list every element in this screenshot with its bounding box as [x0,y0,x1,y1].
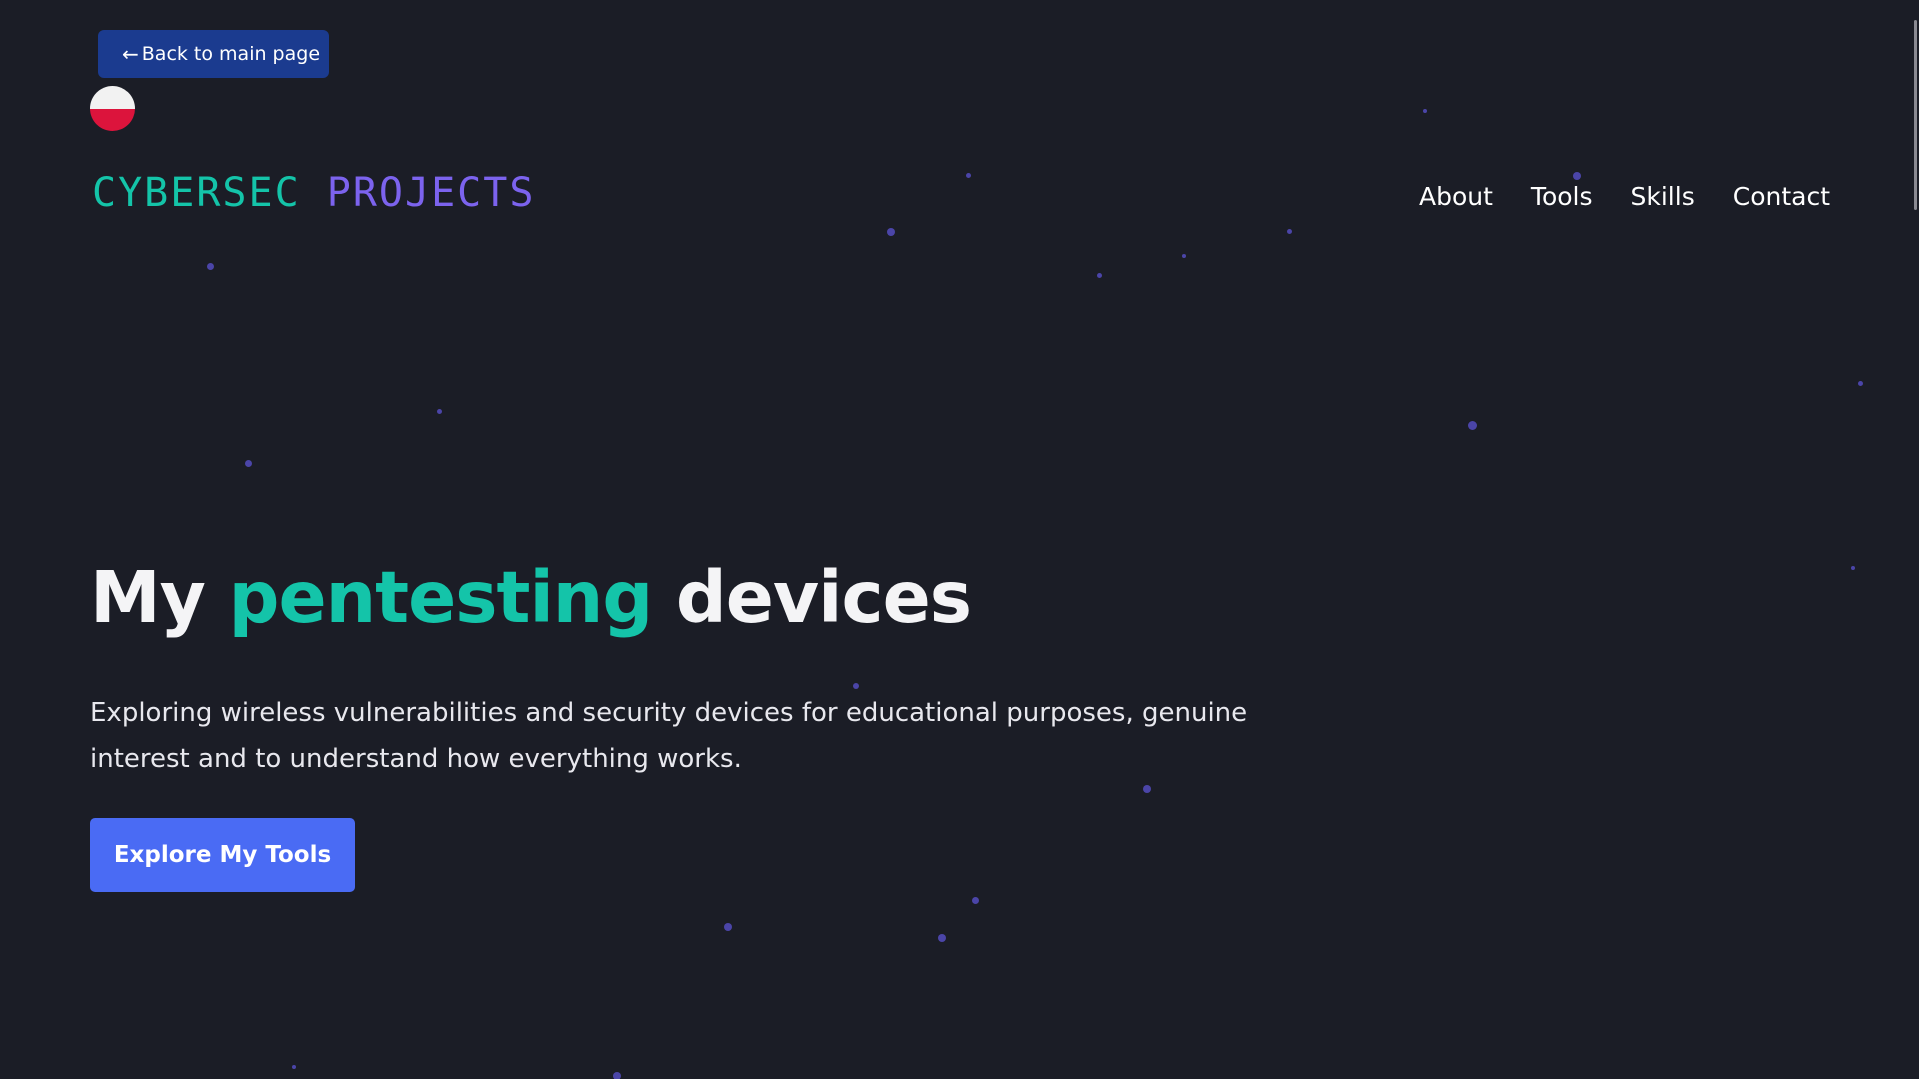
particle-dot [1468,421,1477,430]
particle-dot [938,934,946,942]
nav-item-contact[interactable]: Contact [1733,182,1830,211]
particle-dot [1858,381,1863,386]
nav-item-about[interactable]: About [1419,182,1493,211]
particle-dot [1851,566,1855,570]
particle-dot [1097,273,1102,278]
particle-dot [1423,109,1427,113]
hero-title-highlight: pentesting [228,556,654,639]
hero-subtitle-line1: Exploring wireless vulnerabilities and s… [90,698,1248,728]
particle-dot [1182,254,1186,258]
back-to-main-button[interactable]: ← Back to main page [98,30,329,78]
flag-red-stripe [90,108,135,131]
back-button-label: Back to main page [141,43,321,65]
arrow-left-icon: ← [122,42,139,66]
site-logo[interactable]: CYBERSEC PROJECTS [92,170,535,216]
poland-flag-icon[interactable] [90,86,135,131]
nav-item-skills[interactable]: Skills [1631,182,1695,211]
logo-part-cybersec: CYBERSEC [92,170,301,216]
particle-dot [613,1072,621,1079]
particle-dot [972,897,979,904]
particle-dot [1143,785,1151,793]
hero-title-part1: My [90,556,206,639]
scrollbar[interactable] [1913,0,1919,1079]
particle-dot [1573,172,1581,180]
particle-dot [887,228,895,236]
particle-dot [292,1065,296,1069]
hero-title: My pentesting devices [90,556,972,639]
hero-subtitle-line2: interest and to understand how everythin… [90,744,742,774]
hero-title-part2: devices [675,556,972,639]
scrollbar-thumb[interactable] [1914,20,1917,210]
logo-part-projects: PROJECTS [326,170,536,216]
page: ← Back to main page CYBERSEC PROJECTS Ab… [0,0,1919,1079]
particle-dot [724,923,732,931]
flag-white-stripe [90,86,135,109]
main-nav: About Tools Skills Contact [1419,182,1830,211]
hero-subtitle: Exploring wireless vulnerabilities and s… [90,690,1290,782]
particle-dot [245,460,252,467]
particle-dot [437,409,442,414]
explore-tools-button[interactable]: Explore My Tools [90,818,355,892]
particle-dot [966,173,971,178]
nav-item-tools[interactable]: Tools [1531,182,1593,211]
particle-dot [207,263,214,270]
particle-dot [853,683,859,689]
particle-dot [1287,229,1292,234]
